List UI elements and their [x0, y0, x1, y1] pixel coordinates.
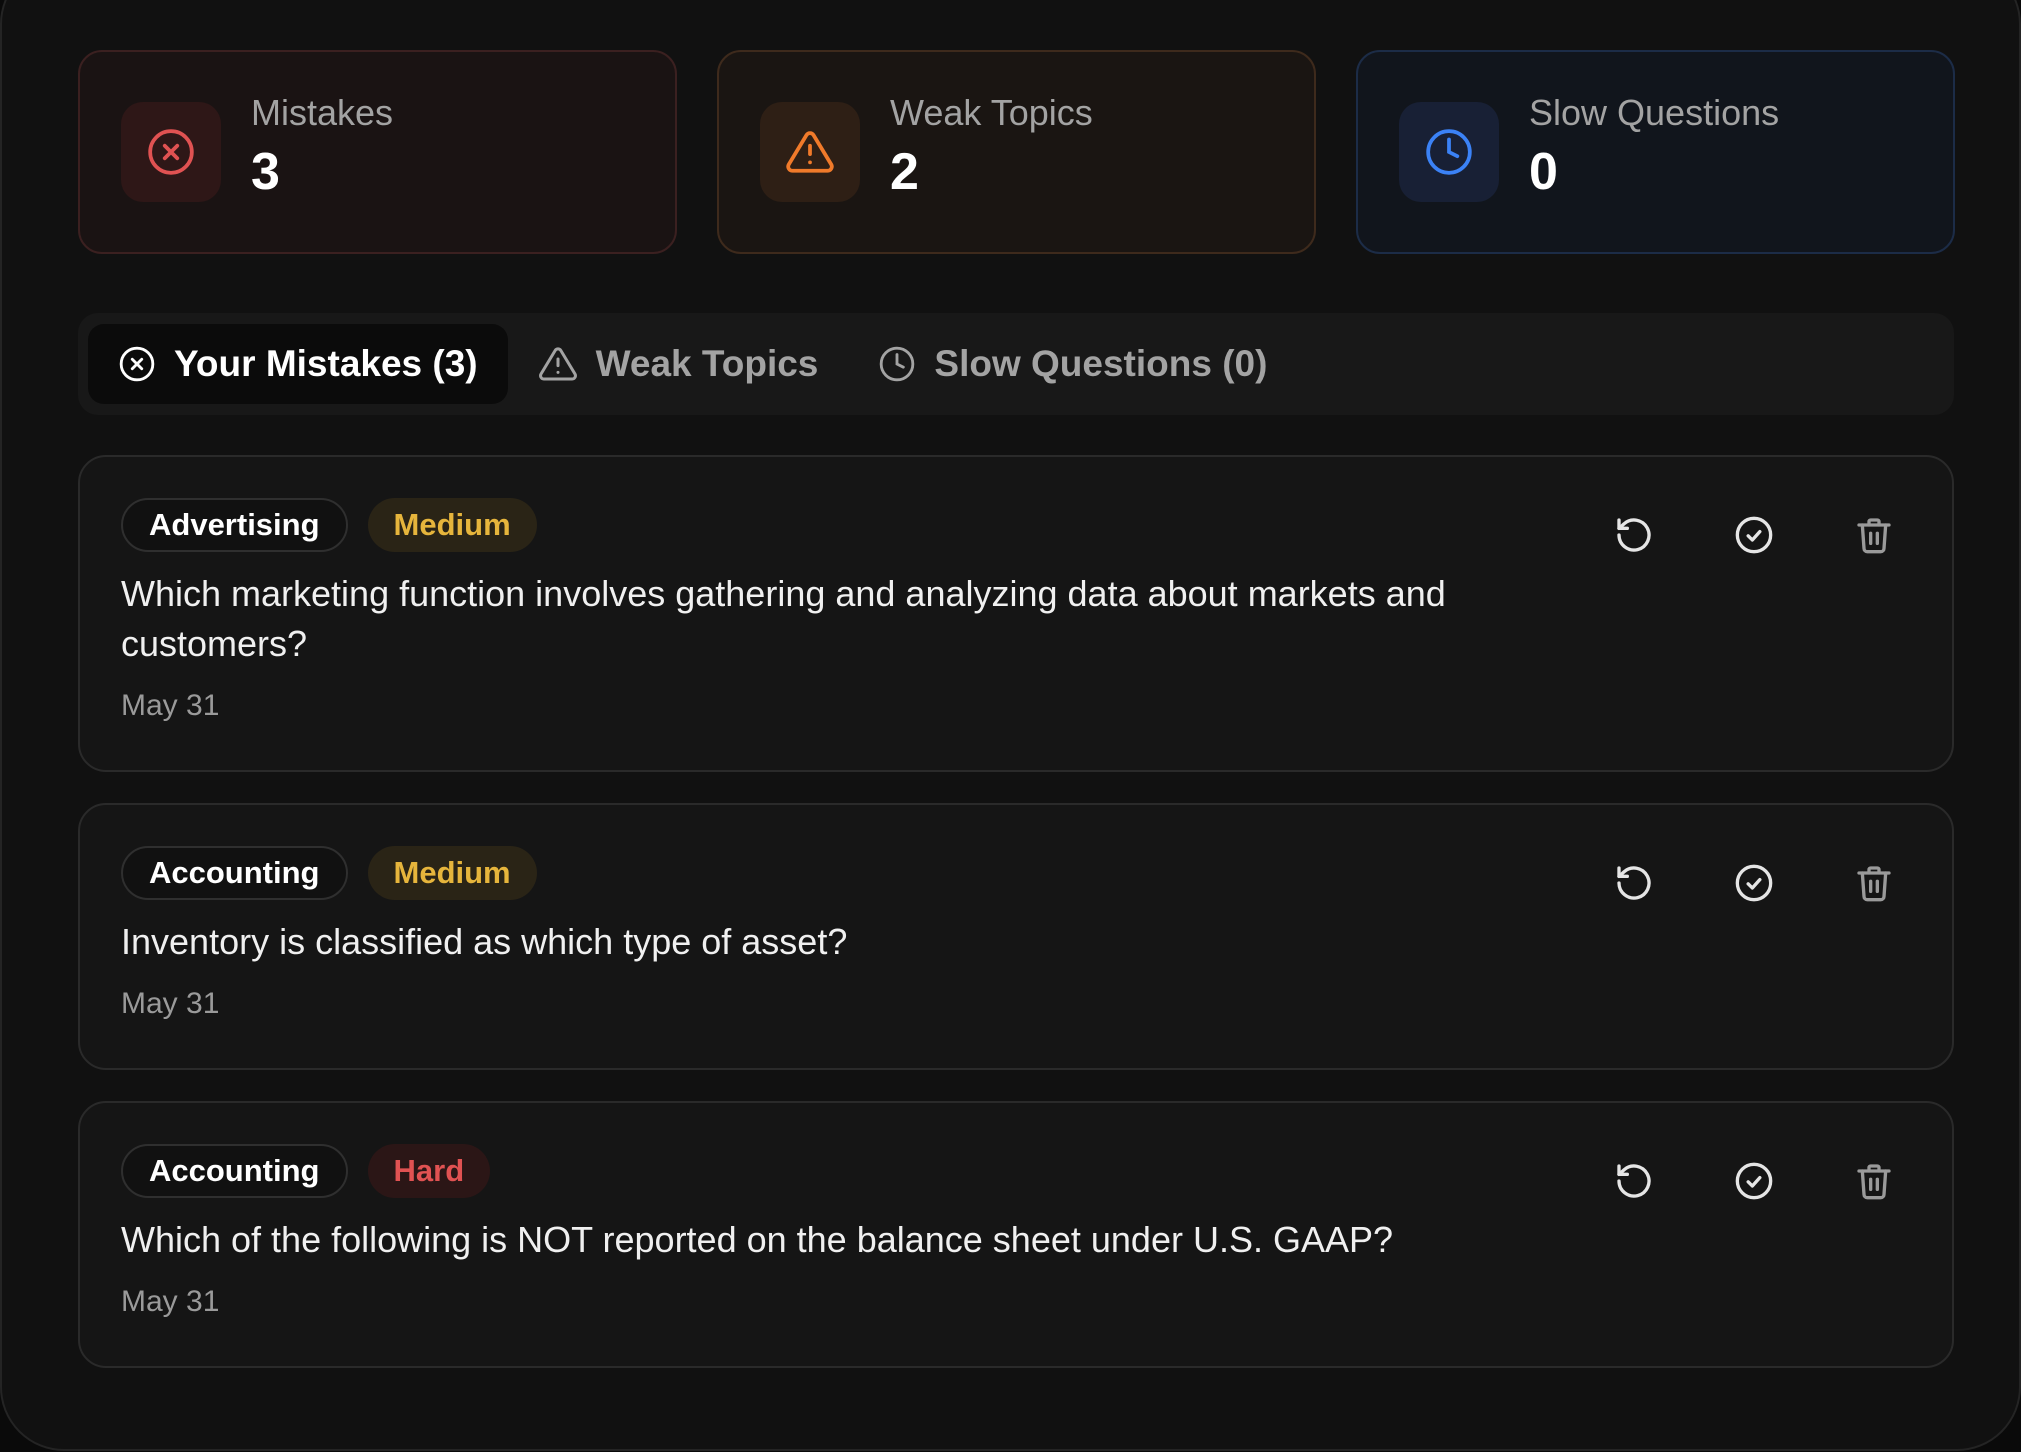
delete-button[interactable] — [1854, 1161, 1894, 1201]
difficulty-badge: Medium — [367, 846, 537, 900]
difficulty-badge: Medium — [367, 498, 537, 552]
stat-card-weak-topics: Weak Topics 2 — [717, 50, 1316, 254]
stats-row: Mistakes 3 Weak Topics 2 Slow Questions … — [78, 50, 1955, 254]
trash-icon — [1857, 518, 1891, 554]
topic-badge: Accounting — [121, 846, 348, 900]
stat-card-mistakes: Mistakes 3 — [78, 50, 677, 254]
tab-label: Weak Topics — [595, 343, 819, 384]
stat-label: Slow Questions — [1529, 92, 1780, 133]
tab-bar: Your Mistakes (3) Weak Topics Slow Quest… — [78, 313, 1954, 415]
tab-weak-topics[interactable]: Weak Topics — [508, 324, 849, 404]
retry-button[interactable] — [1614, 1161, 1654, 1201]
mistake-card: Accounting Medium Inventory is classifie… — [78, 803, 1954, 1070]
date-label: May 31 — [121, 1285, 220, 1318]
retry-icon — [1617, 518, 1651, 552]
clock-icon — [1399, 102, 1499, 202]
tab-label: Your Mistakes (3) — [174, 343, 478, 384]
check-circle-icon — [1735, 864, 1773, 902]
x-circle-icon — [121, 102, 221, 202]
alert-triangle-icon — [760, 102, 860, 202]
delete-button[interactable] — [1854, 863, 1894, 903]
tab-your-mistakes[interactable]: Your Mistakes (3) — [88, 324, 508, 404]
retry-icon — [1617, 866, 1651, 900]
tab-slow-questions[interactable]: Slow Questions (0) — [848, 324, 1297, 404]
tab-label: Slow Questions (0) — [934, 343, 1268, 384]
difficulty-badge: Hard — [367, 1144, 491, 1198]
question-text: Inventory is classified as which type of… — [121, 921, 848, 962]
topic-badge: Advertising — [121, 498, 348, 552]
question-text: Which marketing function involves gather… — [121, 573, 1446, 664]
retry-icon — [1617, 1164, 1651, 1198]
question-text: Which of the following is NOT reported o… — [121, 1219, 1394, 1260]
mistake-card: Accounting Hard Which of the following i… — [78, 1101, 1954, 1368]
date-label: May 31 — [121, 689, 220, 722]
mark-resolved-button[interactable] — [1734, 863, 1774, 903]
stat-value: 0 — [1529, 143, 1558, 201]
alert-triangle-icon — [538, 347, 577, 381]
x-circle-icon — [119, 346, 155, 382]
stat-value: 3 — [251, 143, 280, 201]
date-label: May 31 — [121, 987, 220, 1020]
stat-card-slow-questions: Slow Questions 0 — [1356, 50, 1955, 254]
stat-label: Weak Topics — [890, 92, 1093, 133]
mistake-card: Advertising Medium Which marketing funct… — [78, 455, 1954, 772]
check-circle-icon — [1735, 516, 1773, 554]
stat-value: 2 — [890, 143, 919, 201]
stat-label: Mistakes — [251, 92, 394, 133]
trash-icon — [1857, 866, 1891, 902]
delete-button[interactable] — [1854, 515, 1894, 555]
trash-icon — [1857, 1164, 1891, 1200]
retry-button[interactable] — [1614, 515, 1654, 555]
mark-resolved-button[interactable] — [1734, 1161, 1774, 1201]
topic-badge: Accounting — [121, 1144, 348, 1198]
mark-resolved-button[interactable] — [1734, 515, 1774, 555]
retry-button[interactable] — [1614, 863, 1654, 903]
check-circle-icon — [1735, 1162, 1773, 1200]
clock-icon — [880, 346, 915, 382]
